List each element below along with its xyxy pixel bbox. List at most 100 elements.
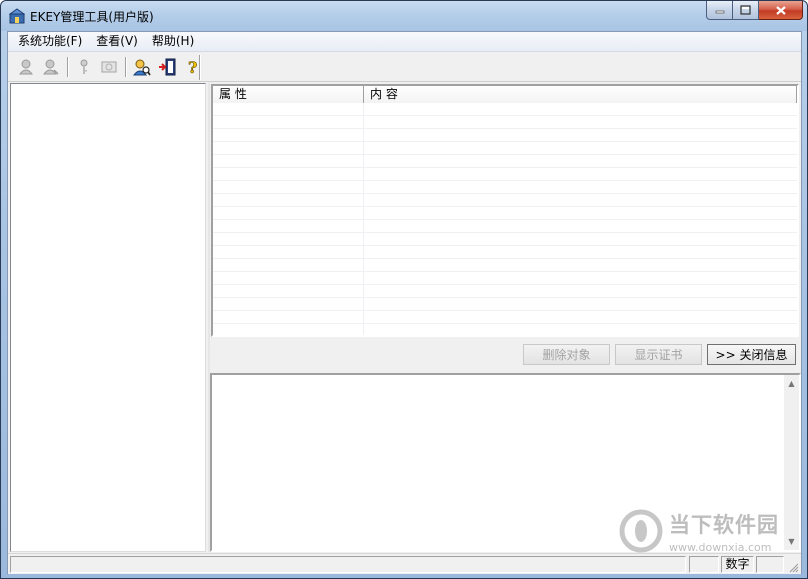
maximize-button[interactable]: [733, 1, 759, 20]
close-button[interactable]: [759, 1, 803, 20]
toolbar-user-search-button[interactable]: [131, 56, 153, 78]
toolbar-key-button[interactable]: [73, 56, 95, 78]
toolbar-logout-button[interactable]: [40, 56, 62, 78]
status-message-panel: [10, 556, 686, 573]
toolbar: ?: [8, 53, 801, 82]
exit-door-icon: [159, 58, 176, 76]
cell-property: [213, 298, 364, 310]
list-rows: [213, 103, 797, 335]
cell-property: [213, 324, 364, 335]
cell-property: [213, 129, 364, 141]
toolbar-separator: [67, 57, 69, 77]
cell-content: [364, 233, 797, 245]
table-row[interactable]: [213, 181, 797, 194]
table-row[interactable]: [213, 233, 797, 246]
cell-property: [213, 181, 364, 193]
cell-content: [364, 272, 797, 284]
action-bar: 删除对象 显示证书 >> 关闭信息: [210, 344, 800, 368]
cell-content: [364, 181, 797, 193]
menu-help[interactable]: 帮助(H): [145, 32, 201, 51]
column-header-content[interactable]: 内 容: [364, 86, 797, 103]
cell-property: [213, 311, 364, 323]
app-window: EKEY管理工具(用户版) 系统功能(F) 查看(V) 帮助(H) ? 属 性 …: [0, 0, 808, 579]
resize-grip-icon[interactable]: [787, 561, 799, 573]
table-row[interactable]: [213, 168, 797, 181]
cell-property: [213, 207, 364, 219]
close-info-button[interactable]: >> 关闭信息: [707, 344, 796, 365]
client-area: 系统功能(F) 查看(V) 帮助(H) ? 属 性 内 容 删除对象 显示证书 …: [7, 31, 802, 574]
column-header-property[interactable]: 属 性: [213, 86, 364, 103]
watermark-url: www.downxia.com: [669, 541, 772, 554]
minimize-icon: [715, 10, 724, 14]
cell-property: [213, 272, 364, 284]
table-row[interactable]: [213, 259, 797, 272]
user-search-icon: [133, 59, 151, 76]
cell-content: [364, 155, 797, 167]
cell-content: [364, 103, 797, 115]
cell-property: [213, 220, 364, 232]
tree-pane[interactable]: [10, 83, 206, 552]
table-row[interactable]: [213, 324, 797, 335]
cell-property: [213, 116, 364, 128]
toolbar-exit-button[interactable]: [156, 56, 178, 78]
watermark: 当下软件园 www.downxia.com: [619, 509, 789, 559]
cell-property: [213, 259, 364, 271]
show-certificate-button[interactable]: 显示证书: [615, 344, 702, 365]
cell-content: [364, 207, 797, 219]
table-row[interactable]: [213, 142, 797, 155]
delete-object-button[interactable]: 删除对象: [523, 344, 610, 365]
cell-property: [213, 103, 364, 115]
cell-property: [213, 233, 364, 245]
table-row[interactable]: [213, 103, 797, 116]
cell-content: [364, 142, 797, 154]
cell-content: [364, 285, 797, 297]
cell-property: [213, 168, 364, 180]
close-icon: [775, 5, 786, 15]
toolbar-login-button[interactable]: [15, 56, 37, 78]
window-controls: [706, 1, 803, 21]
watermark-title: 当下软件园: [669, 513, 779, 537]
cell-property: [213, 155, 364, 167]
key-icon: [80, 59, 88, 74]
menu-view[interactable]: 查看(V): [89, 32, 145, 51]
cell-property: [213, 285, 364, 297]
title-bar[interactable]: EKEY管理工具(用户版): [1, 1, 807, 31]
table-row[interactable]: [213, 246, 797, 259]
cell-content: [364, 298, 797, 310]
menu-system[interactable]: 系统功能(F): [11, 32, 89, 51]
cell-property: [213, 194, 364, 206]
table-row[interactable]: [213, 311, 797, 324]
toolbar-certificate-button[interactable]: [98, 56, 120, 78]
window-title: EKEY管理工具(用户版): [30, 10, 154, 24]
cell-content: [364, 116, 797, 128]
toolbar-separator: [125, 57, 127, 77]
table-row[interactable]: [213, 272, 797, 285]
cell-content: [364, 168, 797, 180]
certificate-icon: [101, 61, 117, 73]
cell-content: [364, 311, 797, 323]
table-row[interactable]: [213, 129, 797, 142]
cell-content: [364, 246, 797, 258]
properties-list[interactable]: 属 性 内 容: [211, 84, 799, 337]
user-logout-icon: [42, 59, 59, 75]
cell-content: [364, 194, 797, 206]
table-row[interactable]: [213, 220, 797, 233]
watermark-logo: [619, 509, 663, 553]
app-icon: [9, 8, 25, 24]
menu-bar: 系统功能(F) 查看(V) 帮助(H): [8, 32, 801, 52]
table-row[interactable]: [213, 155, 797, 168]
cell-content: [364, 259, 797, 271]
table-row[interactable]: [213, 285, 797, 298]
cell-content: [364, 220, 797, 232]
table-row[interactable]: [213, 207, 797, 220]
table-row[interactable]: [213, 298, 797, 311]
toolbar-end-separator: [199, 55, 201, 80]
cell-content: [364, 129, 797, 141]
table-row[interactable]: [213, 116, 797, 129]
scroll-up-icon[interactable]: ▲: [784, 376, 799, 391]
table-row[interactable]: [213, 194, 797, 207]
user-login-icon: [18, 59, 34, 75]
minimize-button[interactable]: [706, 1, 733, 20]
maximize-icon: [740, 5, 751, 15]
cell-property: [213, 142, 364, 154]
